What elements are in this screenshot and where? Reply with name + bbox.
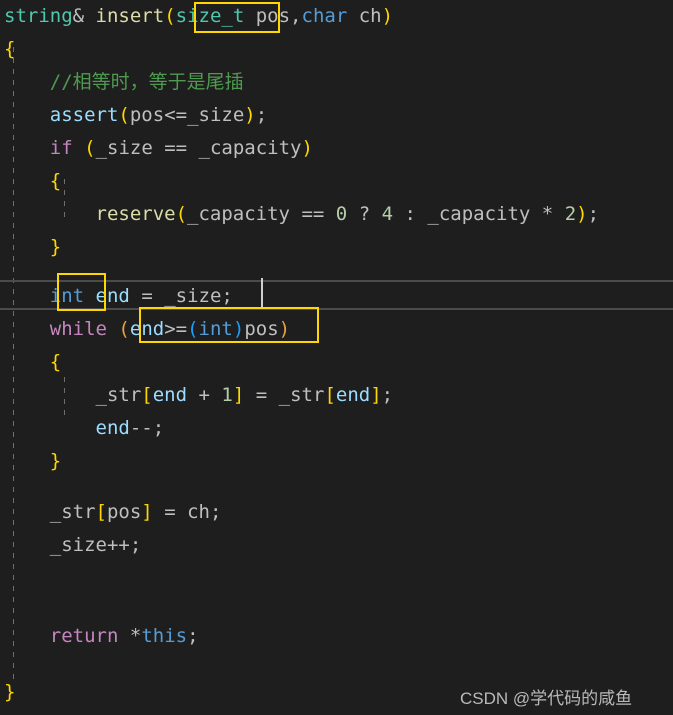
token-operator: =: [141, 285, 153, 307]
token-operator: >=: [164, 318, 188, 340]
token-operator: <=: [164, 104, 188, 126]
code-line[interactable]: }: [0, 231, 61, 264]
token-variable: end: [129, 318, 165, 340]
code-line[interactable]: if (_size == _capacity): [0, 132, 313, 165]
token-type: string: [4, 5, 73, 27]
code-line[interactable]: //相等时，等于是尾插: [0, 66, 244, 99]
code-line[interactable]: assert(pos<=_size);: [0, 99, 267, 132]
token-variable: end: [95, 285, 130, 307]
code-line[interactable]: _str[end + 1] = _str[end];: [0, 379, 394, 412]
token-keyword: int: [198, 318, 233, 340]
token-keyword: char: [301, 5, 348, 27]
token-operator: ?: [358, 203, 371, 225]
code-line[interactable]: }: [0, 676, 15, 709]
token-bracket: ]: [141, 501, 153, 523]
token-brace: {: [49, 170, 62, 192]
token-bracket: (: [164, 5, 176, 27]
code-line[interactable]: _size++;: [0, 529, 142, 562]
token-bracket: [: [324, 384, 336, 406]
text-caret: [261, 278, 263, 308]
code-text-layer[interactable]: string& insert(size_t pos,char ch) { //相…: [0, 0, 673, 715]
token-operator: *: [129, 625, 142, 647]
code-line[interactable]: }: [0, 445, 61, 478]
token-number: 4: [381, 203, 394, 225]
token-operator: ==: [164, 137, 188, 159]
token-keyword: int: [49, 285, 85, 307]
token-bracket: [: [141, 384, 153, 406]
code-editor[interactable]: string& insert(size_t pos,char ch) { //相…: [0, 0, 673, 715]
token-bracket: ): [301, 137, 313, 159]
token-bracket: (: [118, 104, 130, 126]
token-variable: end: [335, 384, 371, 406]
token-operator: :: [404, 203, 416, 225]
token-bracket: ): [381, 5, 394, 27]
token-operator: =: [255, 384, 268, 406]
token-comment: //相等时，等于是尾插: [49, 71, 244, 93]
token-keyword: if: [49, 137, 73, 159]
token-bracket: (: [84, 137, 96, 159]
token-bracket: ): [244, 104, 256, 126]
code-line[interactable]: {: [0, 165, 61, 198]
token-operator: +: [198, 384, 210, 406]
code-line-current[interactable]: int end = _size;: [0, 280, 233, 313]
code-line[interactable]: _str[pos] = ch;: [0, 496, 222, 529]
token-bracket: ): [576, 203, 588, 225]
token-function: reserve: [95, 203, 176, 225]
token-variable: end: [152, 384, 188, 406]
token-brace: {: [49, 351, 62, 373]
token-bracket: (: [175, 203, 188, 225]
token-operator: --: [129, 417, 153, 439]
token-operator: *: [541, 203, 554, 225]
token-number: 2: [564, 203, 577, 225]
token-brace: }: [49, 236, 62, 258]
token-function: insert: [95, 5, 165, 27]
token-bracket: (: [118, 318, 130, 340]
token-brace: {: [4, 38, 16, 60]
code-line[interactable]: end--;: [0, 412, 165, 445]
token-operator: &: [72, 5, 85, 27]
code-line[interactable]: while (end>=(int)pos): [0, 313, 290, 346]
token-brace: }: [49, 450, 62, 472]
code-line[interactable]: {: [0, 33, 15, 66]
token-bracket: ): [232, 318, 245, 340]
token-keyword: return: [49, 625, 119, 647]
token-variable: end: [95, 417, 130, 439]
token-punct: ,: [290, 5, 302, 27]
token-macro: assert: [49, 104, 119, 126]
token-number: 0: [335, 203, 348, 225]
token-bracket: ]: [232, 384, 245, 406]
code-line[interactable]: string& insert(size_t pos,char ch): [0, 0, 393, 33]
token-bracket: ]: [370, 384, 382, 406]
token-bracket: [: [95, 501, 107, 523]
code-line[interactable]: {: [0, 346, 61, 379]
token-number: 1: [221, 384, 233, 406]
code-line[interactable]: reserve(_capacity == 0 ? 4 : _capacity *…: [0, 198, 600, 231]
token-keyword: while: [49, 318, 107, 340]
token-type: size_t: [175, 5, 245, 27]
token-keyword: this: [141, 625, 188, 647]
token-brace: }: [4, 681, 16, 703]
code-line[interactable]: [0, 562, 15, 595]
token-operator: ==: [301, 203, 325, 225]
token-operator: ++: [106, 534, 130, 556]
csdn-watermark: CSDN @学代码的咸鱼: [460, 689, 633, 708]
token-bracket: ): [278, 318, 291, 340]
token-operator: =: [164, 501, 176, 523]
token-bracket: (: [187, 318, 199, 340]
code-line[interactable]: return *this;: [0, 620, 199, 653]
